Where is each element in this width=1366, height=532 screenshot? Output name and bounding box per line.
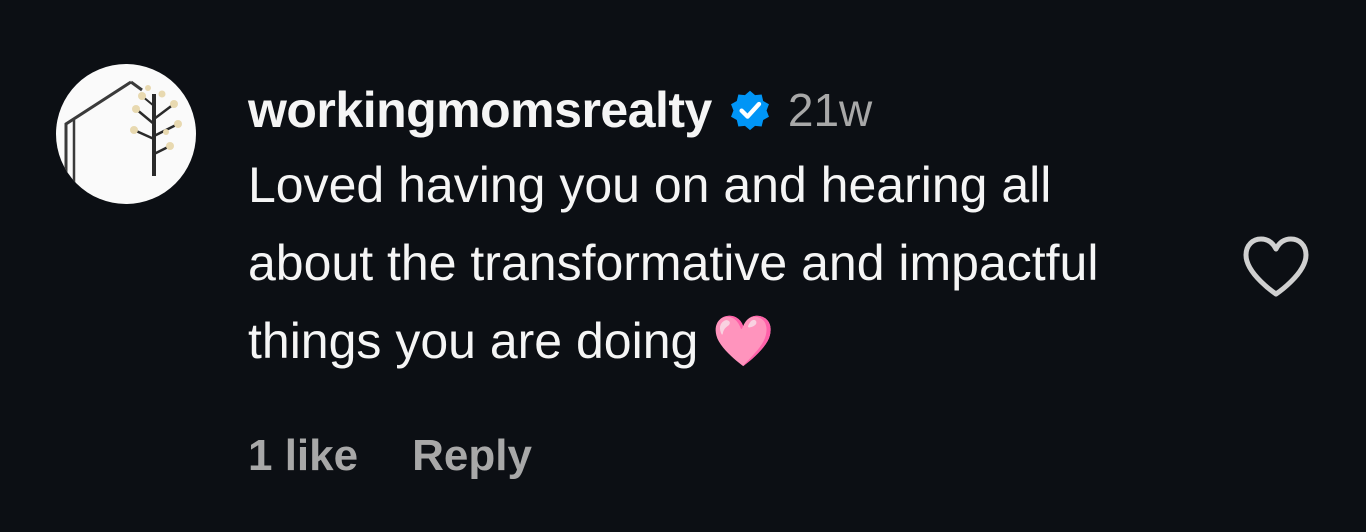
comment-text: Loved having you on and hearing all abou… <box>248 157 1099 369</box>
heart-outline-icon[interactable] <box>1240 234 1312 300</box>
comment-content: workingmomsrealty 21w Loved having you o… <box>248 76 1188 380</box>
avatar[interactable] <box>56 64 196 204</box>
reply-button[interactable]: Reply <box>412 431 532 481</box>
likes-count-button[interactable]: 1 like <box>248 431 358 481</box>
username-link[interactable]: workingmomsrealty <box>248 81 712 139</box>
house-tree-logo-icon <box>64 80 182 184</box>
comment-header: workingmomsrealty 21w <box>248 76 1188 144</box>
timestamp[interactable]: 21w <box>788 83 872 137</box>
verified-badge-icon <box>726 86 774 134</box>
comment-actions: 1 like Reply <box>248 424 532 488</box>
comment: workingmomsrealty 21w Loved having you o… <box>0 0 1366 532</box>
